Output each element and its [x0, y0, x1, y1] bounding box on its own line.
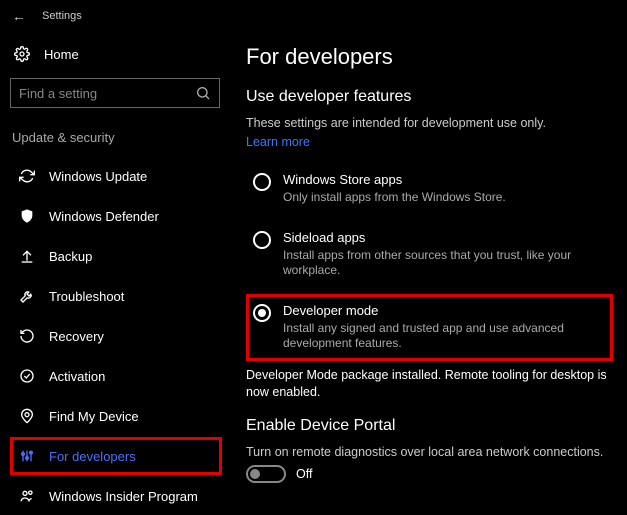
sidebar: Home Update & security Windows Update Wi…: [0, 32, 232, 505]
page-title: For developers: [246, 44, 613, 70]
radio-button[interactable]: [253, 173, 271, 191]
recovery-icon: [19, 328, 35, 344]
wrench-icon: [19, 288, 35, 304]
search-box[interactable]: [10, 78, 220, 108]
search-input[interactable]: [19, 86, 189, 101]
device-portal-desc: Turn on remote diagnostics over local ar…: [246, 445, 613, 459]
radio-button[interactable]: [253, 304, 271, 322]
location-icon: [19, 408, 35, 424]
main-content: For developers Use developer features Th…: [232, 32, 627, 505]
sidebar-item-label: Windows Defender: [49, 209, 159, 224]
sidebar-item-windows-defender[interactable]: Windows Defender: [10, 197, 222, 235]
section-heading-developer-features: Use developer features: [246, 88, 613, 106]
sidebar-item-backup[interactable]: Backup: [10, 237, 222, 275]
radio-option-sideload-apps[interactable]: Sideload apps Install apps from other so…: [246, 221, 613, 288]
sidebar-item-find-my-device[interactable]: Find My Device: [10, 397, 222, 435]
radio-label: Windows Store apps: [283, 172, 506, 187]
home-button[interactable]: Home: [10, 40, 222, 68]
people-icon: [19, 488, 35, 504]
status-text: Developer Mode package installed. Remote…: [246, 367, 613, 401]
radio-button[interactable]: [253, 231, 271, 249]
section-heading-device-portal: Enable Device Portal: [246, 417, 613, 435]
sidebar-item-label: Backup: [49, 249, 92, 264]
radio-option-developer-mode[interactable]: Developer mode Install any signed and tr…: [246, 294, 613, 361]
radio-option-windows-store-apps[interactable]: Windows Store apps Only install apps fro…: [246, 163, 613, 215]
gear-icon: [14, 46, 30, 62]
sliders-icon: [19, 448, 35, 464]
radio-desc: Install any signed and trusted app and u…: [283, 321, 606, 352]
radio-label: Developer mode: [283, 303, 606, 318]
radio-label: Sideload apps: [283, 230, 606, 245]
sidebar-item-recovery[interactable]: Recovery: [10, 317, 222, 355]
home-label: Home: [44, 47, 79, 62]
radio-desc: Install apps from other sources that you…: [283, 248, 606, 279]
sidebar-item-windows-insider[interactable]: Windows Insider Program: [10, 477, 222, 515]
sidebar-item-label: Activation: [49, 369, 105, 384]
sidebar-item-troubleshoot[interactable]: Troubleshoot: [10, 277, 222, 315]
backup-icon: [19, 248, 35, 264]
category-label: Update & security: [10, 126, 222, 149]
sidebar-item-label: Find My Device: [49, 409, 139, 424]
device-portal-toggle[interactable]: [246, 465, 286, 483]
learn-more-link[interactable]: Learn more: [246, 135, 310, 149]
window-title: Settings: [42, 10, 82, 22]
sidebar-item-label: Windows Insider Program: [49, 489, 198, 504]
back-button[interactable]: ←: [12, 8, 26, 24]
shield-icon: [19, 208, 35, 224]
sidebar-item-label: For developers: [49, 449, 136, 464]
sidebar-item-label: Recovery: [49, 329, 104, 344]
check-circle-icon: [19, 368, 35, 384]
search-icon: [195, 85, 211, 101]
sidebar-item-label: Troubleshoot: [49, 289, 124, 304]
sidebar-item-for-developers[interactable]: For developers: [10, 437, 222, 475]
sidebar-item-activation[interactable]: Activation: [10, 357, 222, 395]
sidebar-item-windows-update[interactable]: Windows Update: [10, 157, 222, 195]
section-intro: These settings are intended for developm…: [246, 116, 613, 130]
sidebar-item-label: Windows Update: [49, 169, 147, 184]
sync-icon: [19, 168, 35, 184]
radio-desc: Only install apps from the Windows Store…: [283, 190, 506, 206]
toggle-state-label: Off: [296, 467, 312, 481]
